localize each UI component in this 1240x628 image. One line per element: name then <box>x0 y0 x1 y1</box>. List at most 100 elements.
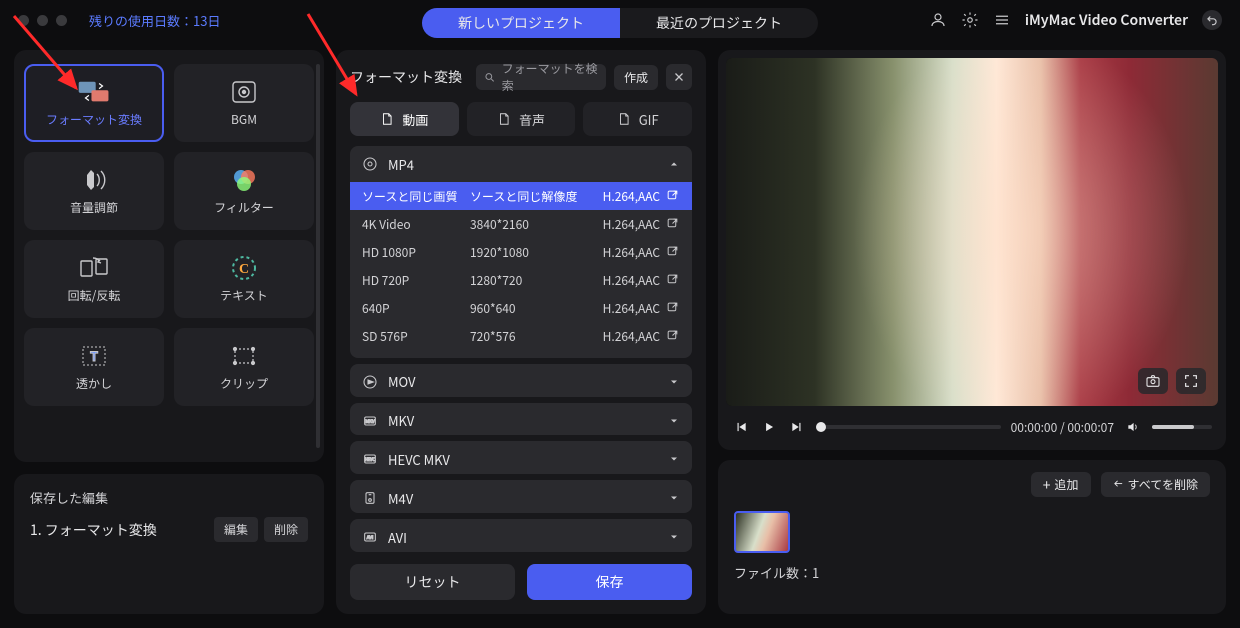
format-group-header[interactable]: AVIAVI <box>350 519 692 552</box>
account-icon[interactable] <box>929 11 947 29</box>
format-row[interactable]: HD 720P1280*720H.264,AAC <box>350 266 692 294</box>
tab-video-label: 動画 <box>402 110 428 129</box>
tool-label: テキスト <box>220 287 268 304</box>
audio-file-icon <box>497 112 511 126</box>
external-link-icon[interactable] <box>666 301 680 315</box>
format-row[interactable]: SD 576P720*576H.264,AAC <box>350 322 692 350</box>
format-resolution: 1920*1080 <box>470 244 588 261</box>
tab-gif[interactable]: GIF <box>583 102 692 136</box>
chevron-icon <box>668 376 680 388</box>
saved-edit-row: 1. フォーマット変換 編集 削除 <box>30 517 308 542</box>
reset-button[interactable]: リセット <box>350 564 515 600</box>
external-link-icon[interactable] <box>666 357 680 358</box>
tab-audio[interactable]: 音声 <box>467 102 576 136</box>
saved-edits-title: 保存した編集 <box>30 488 308 507</box>
min-dot[interactable] <box>37 15 48 26</box>
video-frame <box>726 58 1218 406</box>
undo-icon[interactable] <box>1202 10 1222 30</box>
create-button[interactable]: 作成 <box>614 65 658 90</box>
tab-video[interactable]: 動画 <box>350 102 459 136</box>
delete-all-button[interactable]: すべてを削除 <box>1101 472 1210 497</box>
external-link-icon[interactable] <box>666 245 680 259</box>
format-quality: ソースと同じ画質 <box>362 188 470 205</box>
volume-icon[interactable] <box>1124 418 1142 436</box>
tool-クリップ[interactable]: クリップ <box>174 328 314 406</box>
format-group-header[interactable]: MP4 <box>350 146 692 182</box>
external-link-icon[interactable] <box>666 329 680 343</box>
tool-label: BGM <box>231 111 257 128</box>
format-search[interactable]: フォーマットを検索 <box>476 64 606 90</box>
svg-text:AVI: AVI <box>367 535 374 541</box>
format-row[interactable]: ソースと同じ画質ソースと同じ解像度H.264,AAC <box>350 182 692 210</box>
tab-recent-project[interactable]: 最近のプロジェクト <box>620 8 818 38</box>
fullscreen-button[interactable] <box>1176 368 1206 394</box>
edit-button[interactable]: 編集 <box>214 517 258 542</box>
close-icon <box>673 71 685 83</box>
external-link-icon[interactable] <box>666 189 680 203</box>
preview-panel: 00:00:00 / 00:00:07 <box>718 50 1226 450</box>
camera-icon <box>1145 373 1161 389</box>
format-resolution: 3840*2160 <box>470 216 588 233</box>
tool-テキスト[interactable]: C テキスト <box>174 240 314 318</box>
svg-text:C: C <box>239 262 249 277</box>
tool-icon <box>77 255 111 281</box>
tool-label: フォーマット変換 <box>46 111 142 128</box>
video-preview[interactable] <box>726 58 1218 406</box>
next-button[interactable] <box>788 418 806 436</box>
volume-slider[interactable] <box>1152 425 1212 429</box>
topbar: 残りの使用日数：13日 新しいプロジェクト 最近のプロジェクト iMyMac V… <box>0 0 1240 40</box>
queue-panel: +追加 すべてを削除 ファイル数：1 <box>718 460 1226 614</box>
tool-icon: C <box>227 255 261 281</box>
progress-bar[interactable] <box>816 425 1001 429</box>
tab-new-project[interactable]: 新しいプロジェクト <box>422 8 620 38</box>
format-group-MOV: MOV <box>350 364 692 397</box>
tool-label: 音量調節 <box>70 199 118 216</box>
format-group-header[interactable]: HEVCHEVC MKV <box>350 441 692 474</box>
format-codec: H.264,AAC <box>588 356 666 358</box>
tool-フィルター[interactable]: フィルター <box>174 152 314 230</box>
play-button[interactable] <box>760 418 778 436</box>
save-button[interactable]: 保存 <box>527 564 692 600</box>
fullscreen-icon <box>1183 373 1199 389</box>
snapshot-button[interactable] <box>1138 368 1168 394</box>
chevron-icon <box>668 492 680 504</box>
format-group-header[interactable]: MKVMKV <box>350 403 692 436</box>
tool-BGM[interactable]: BGM <box>174 64 314 142</box>
gear-icon[interactable] <box>961 11 979 29</box>
format-row[interactable]: HD 1080P1920*1080H.264,AAC <box>350 238 692 266</box>
close-panel-button[interactable] <box>666 64 692 90</box>
format-row[interactable]: 640P960*640H.264,AAC <box>350 294 692 322</box>
tool-フォーマット変換[interactable]: フォーマット変換 <box>24 64 164 142</box>
close-dot[interactable] <box>18 15 29 26</box>
format-row[interactable]: 4K Video3840*2160H.264,AAC <box>350 210 692 238</box>
tool-icon <box>77 79 111 105</box>
chevron-icon <box>668 453 680 465</box>
tool-音量調節[interactable]: 音量調節 <box>24 152 164 230</box>
menu-icon[interactable] <box>993 11 1011 29</box>
tab-gif-label: GIF <box>639 110 659 129</box>
format-group-name: MOV <box>388 372 416 391</box>
tool-icon: T <box>77 343 111 369</box>
format-quality: 640P <box>362 300 470 317</box>
prev-button[interactable] <box>732 418 750 436</box>
scroll-indicator[interactable] <box>316 64 320 448</box>
saved-edit-name[interactable]: 1. フォーマット変換 <box>30 520 157 540</box>
tab-audio-label: 音声 <box>519 110 545 129</box>
tool-透かし[interactable]: T透かし <box>24 328 164 406</box>
format-row[interactable]: SD 480P640*480H.264,AAC <box>350 350 692 358</box>
delete-button[interactable]: 削除 <box>264 517 308 542</box>
format-resolution: 1280*720 <box>470 272 588 289</box>
format-quality: HD 1080P <box>362 244 470 261</box>
tool-icon <box>227 343 261 369</box>
format-group-header[interactable]: M4V <box>350 480 692 513</box>
max-dot[interactable] <box>56 15 67 26</box>
format-group-header[interactable]: MOV <box>350 364 692 397</box>
external-link-icon[interactable] <box>666 217 680 231</box>
format-group-MP4: MP4ソースと同じ画質ソースと同じ解像度H.264,AAC4K Video384… <box>350 146 692 358</box>
add-file-button[interactable]: +追加 <box>1031 472 1091 497</box>
app-name: iMyMac Video Converter <box>1025 10 1188 30</box>
external-link-icon[interactable] <box>666 273 680 287</box>
tool-icon <box>227 79 261 105</box>
tool-回転/反転[interactable]: 回転/反転 <box>24 240 164 318</box>
file-thumbnail[interactable] <box>734 511 790 553</box>
